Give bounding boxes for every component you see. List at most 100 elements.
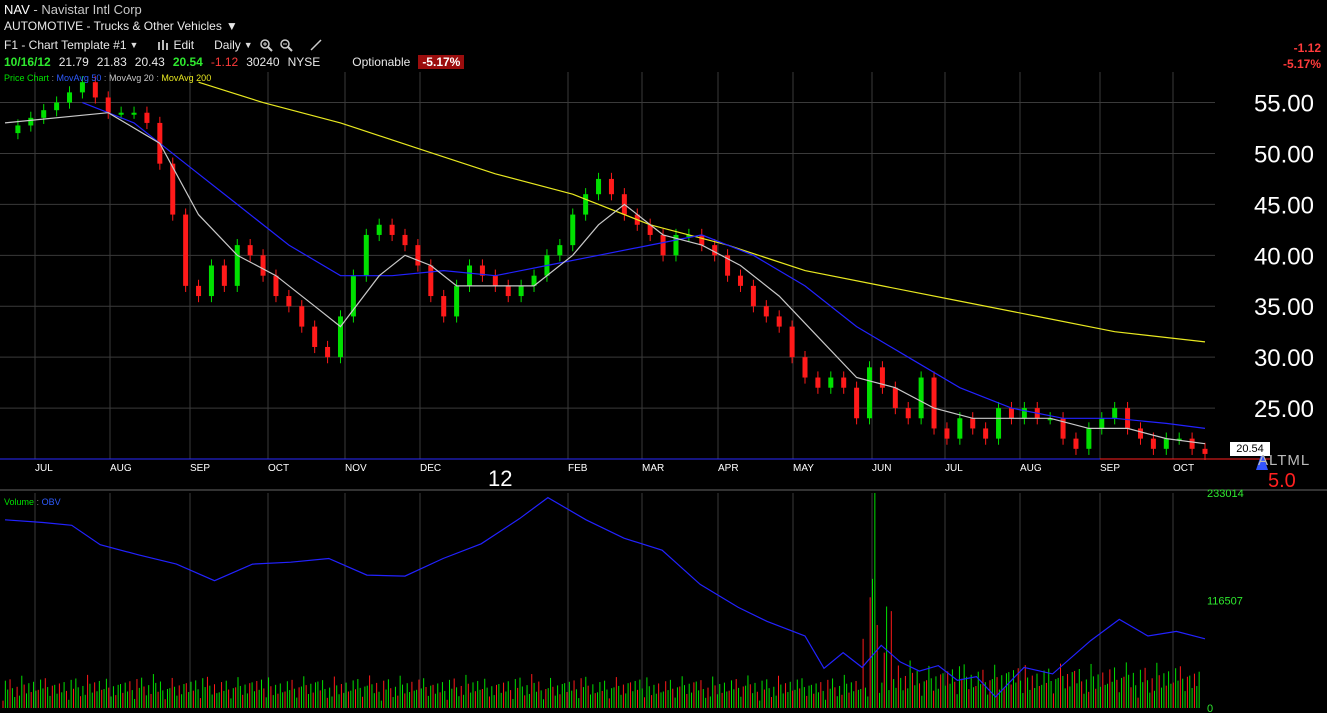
- candle-body: [376, 224, 382, 235]
- candle-body: [79, 82, 85, 93]
- x-tick-label: JUL: [945, 463, 963, 474]
- x-tick-label: FEB: [568, 463, 588, 474]
- candle-body: [312, 326, 318, 347]
- candle-body: [841, 377, 847, 388]
- price-legend: Price Chart : MovAvg 50 : MovAvg 20 : Mo…: [4, 73, 211, 83]
- candle-body: [1021, 408, 1027, 419]
- candle-body: [712, 245, 718, 256]
- candle-body: [118, 112, 124, 115]
- candle-body: [454, 285, 460, 317]
- candle-body: [325, 346, 331, 358]
- candle-body: [944, 428, 950, 439]
- x-tick-label: AUG: [110, 463, 132, 474]
- year-marker: 12: [488, 466, 513, 491]
- legend-obv: OBV: [41, 497, 61, 507]
- candle-body: [854, 387, 860, 419]
- candle-body: [892, 387, 898, 409]
- volume-y-tick: 116507: [1207, 596, 1243, 608]
- candle-body: [441, 296, 447, 317]
- candle-body: [415, 245, 421, 266]
- candle-body: [931, 377, 937, 429]
- candle-body: [247, 245, 253, 256]
- candle-body: [144, 112, 150, 123]
- chart-canvas[interactable]: 55.00 50.00 45.00 40.00 35.00 30.00 25.00 JUL AU…: [0, 0, 1327, 713]
- candle-body: [389, 224, 395, 235]
- x-tick-label: DEC: [420, 463, 441, 474]
- legend-ma50: MovAvg 50: [56, 73, 102, 83]
- candle-body: [1202, 448, 1208, 454]
- ma50-line: [82, 102, 1206, 429]
- x-tick-label: SEP: [1100, 463, 1120, 474]
- candle-body: [660, 234, 666, 256]
- candle-body: [970, 418, 976, 429]
- candle-body: [776, 316, 782, 327]
- legend-price: Price Chart: [4, 73, 50, 83]
- x-tick-label: JUN: [872, 463, 891, 474]
- candle-body: [1125, 408, 1131, 429]
- candle-body: [234, 245, 240, 286]
- x-tick-label: JUL: [35, 463, 53, 474]
- candle-body: [1189, 438, 1195, 449]
- candle-body: [763, 306, 769, 317]
- candle-body: [583, 194, 589, 215]
- candle-body: [15, 125, 21, 134]
- candle-body: [957, 418, 963, 439]
- candle-body: [1150, 438, 1156, 449]
- candle-body: [518, 285, 524, 297]
- candle-body: [1008, 408, 1014, 419]
- candle-body: [596, 178, 602, 195]
- y-tick-label: 55.00: [1254, 91, 1314, 118]
- candle-body: [492, 275, 498, 286]
- candle-body: [402, 234, 408, 246]
- candle-body: [828, 377, 834, 388]
- candle-body: [337, 316, 343, 358]
- candle-body: [905, 408, 911, 419]
- y-tick-label: 45.00: [1254, 192, 1314, 219]
- candle-body: [983, 428, 989, 439]
- candle-body: [183, 214, 189, 286]
- candle-body: [1099, 418, 1105, 429]
- candle-body: [92, 82, 98, 98]
- candle-body: [505, 285, 511, 297]
- candle-body: [789, 326, 795, 358]
- candle-body: [608, 178, 614, 195]
- ma200-line: [198, 81, 1206, 343]
- candles: [15, 76, 1208, 461]
- x-tick-label: APR: [718, 463, 739, 474]
- candle-body: [918, 377, 924, 419]
- y-tick-label: 30.00: [1254, 345, 1314, 372]
- candle-body: [996, 408, 1002, 439]
- candle-body: [363, 234, 369, 276]
- candle-body: [54, 102, 60, 111]
- x-tick-label: AUG: [1020, 463, 1042, 474]
- x-tick-label: MAR: [642, 463, 664, 474]
- candle-body: [1137, 428, 1143, 439]
- candle-body: [428, 265, 434, 297]
- y-tick-label: 40.00: [1254, 243, 1314, 270]
- candle-body: [557, 245, 563, 256]
- candle-body: [1086, 428, 1092, 449]
- candle-body: [260, 255, 266, 276]
- candle-body: [867, 367, 873, 419]
- candle-body: [1073, 438, 1079, 449]
- x-tick-label: SEP: [190, 463, 210, 474]
- legend-volume: Volume: [4, 497, 35, 507]
- candle-body: [67, 92, 73, 103]
- volume-y-tick: 0: [1207, 703, 1213, 713]
- candle-body: [802, 357, 808, 378]
- x-tick-label: OCT: [1173, 463, 1194, 474]
- candle-body: [28, 117, 34, 126]
- legend-ma20: MovAvg 20: [108, 73, 154, 83]
- candle-body: [221, 265, 227, 286]
- candle-body: [1112, 408, 1118, 419]
- y-tick-label: 35.00: [1254, 294, 1314, 321]
- x-tick-label: OCT: [268, 463, 289, 474]
- candle-body: [131, 112, 137, 115]
- altml-label: ALTML: [1258, 452, 1311, 469]
- candle-body: [299, 306, 305, 327]
- candle-body: [273, 275, 279, 297]
- candle-body: [699, 234, 705, 246]
- candle-body: [286, 296, 292, 307]
- candle-body: [208, 265, 214, 297]
- candle-body: [41, 110, 47, 118]
